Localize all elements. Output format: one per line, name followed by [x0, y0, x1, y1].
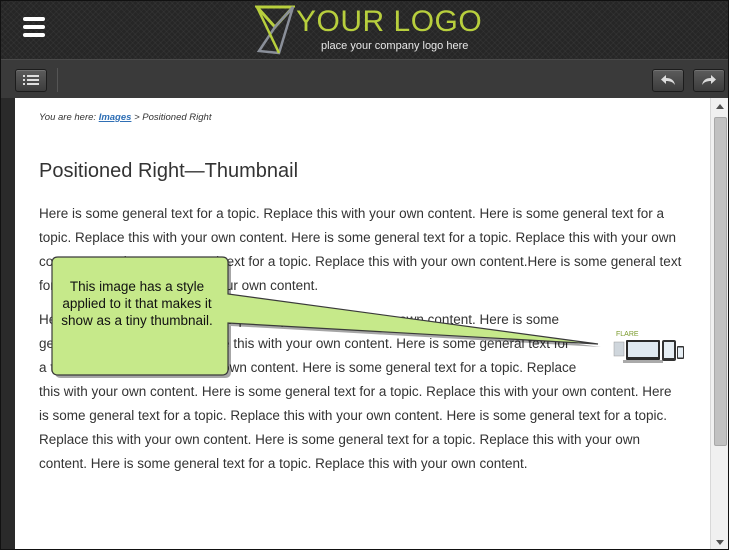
- scrollbar-thumb[interactable]: [714, 117, 727, 446]
- breadcrumb-prefix: You are here:: [39, 112, 97, 123]
- breadcrumb-current: Positioned Right: [142, 112, 212, 123]
- breadcrumb: You are here: Images > Positioned Right: [39, 112, 211, 123]
- callout-text: This image has a style applied to it tha…: [61, 279, 213, 328]
- breadcrumb-separator: >: [134, 112, 140, 123]
- page-title: Positioned Right—Thumbnail: [39, 160, 299, 182]
- arrow-back-icon: [661, 75, 675, 85]
- scroll-up-icon[interactable]: [716, 104, 724, 109]
- logo-tagline: place your company logo here: [321, 40, 469, 52]
- thumbnail-label: FLARE: [616, 331, 639, 338]
- breadcrumb-link-images[interactable]: Images: [99, 112, 132, 123]
- browser-window: YOUR LOGO place your company logo here Y…: [0, 0, 729, 550]
- vertical-scrollbar[interactable]: [710, 98, 728, 549]
- toolbar: [1, 59, 728, 98]
- forward-button[interactable]: [693, 69, 725, 92]
- topic-paragraph-text: Here is some general text for a topic. R…: [39, 312, 672, 471]
- toolbar-separator: [57, 68, 58, 92]
- topic-paragraph-with-thumbnail: FLARE Here is some general text for a to…: [39, 308, 685, 476]
- header-bar: YOUR LOGO place your company logo here: [1, 1, 728, 59]
- arrow-forward-icon: [702, 75, 716, 85]
- list-icon: [23, 75, 39, 85]
- toc-button[interactable]: [15, 69, 47, 92]
- hamburger-menu-icon[interactable]: [23, 17, 45, 39]
- logo-mark-icon: [255, 5, 295, 55]
- logo-text: YOUR LOGO: [296, 5, 483, 38]
- back-button[interactable]: [652, 69, 684, 92]
- scroll-down-icon[interactable]: [716, 540, 724, 545]
- thumbnail-image[interactable]: FLARE: [611, 328, 685, 366]
